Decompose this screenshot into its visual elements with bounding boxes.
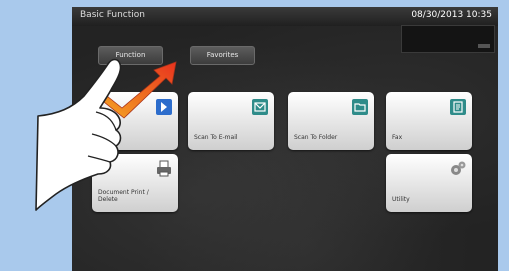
scan-to-email-button[interactable]: Scan To E-mail [188, 92, 274, 150]
scan-to-folder-label: Scan To Folder [294, 134, 338, 141]
document-label: Document Print / Delete [98, 189, 149, 203]
status-area [401, 25, 495, 53]
status-scroll[interactable] [478, 44, 490, 48]
copy-label: Copy [98, 134, 114, 141]
utility-button[interactable]: Utility [386, 154, 472, 212]
copy-button[interactable]: Copy [92, 92, 178, 150]
datetime-display: 08/30/2013 10:35 [411, 10, 492, 20]
fax-button[interactable]: Fax [386, 92, 472, 150]
page-title: Basic Function [80, 10, 145, 20]
touch-panel-screen: Basic Function 08/30/2013 10:35 Function… [72, 7, 498, 271]
fax-icon [450, 99, 466, 115]
tab-function[interactable]: Function [98, 46, 163, 65]
printer-icon [157, 160, 171, 177]
tab-favorites[interactable]: Favorites [190, 46, 255, 65]
copy-icon [156, 99, 172, 115]
scan-to-email-label: Scan To E-mail [194, 134, 238, 141]
folder-icon [352, 99, 368, 115]
envelope-icon [252, 99, 268, 115]
utility-label: Utility [392, 196, 410, 203]
gear-icon [451, 161, 466, 175]
fax-label: Fax [392, 134, 403, 141]
document-print-delete-button[interactable]: Document Print / Delete [92, 154, 178, 212]
scan-to-folder-button[interactable]: Scan To Folder [288, 92, 374, 150]
